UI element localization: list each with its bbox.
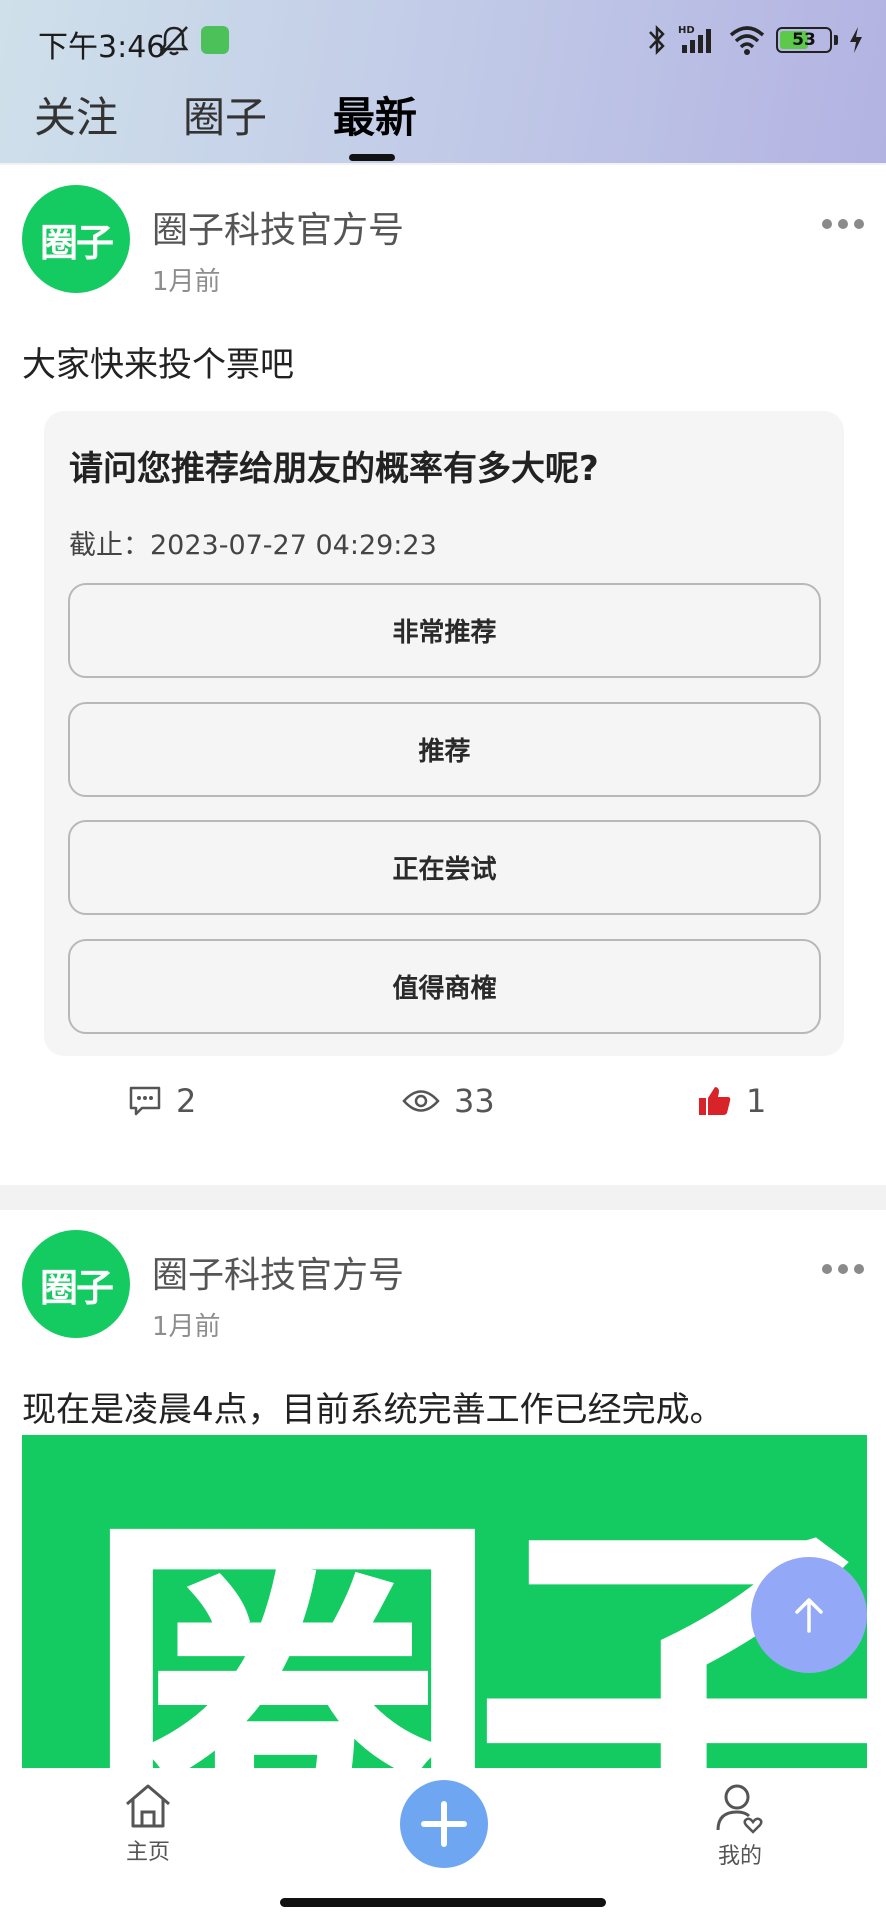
poll-card: 请问您推荐给朋友的概率有多大呢? 截止：2023-07-27 04:29:23 …	[44, 411, 844, 1056]
status-bar: 下午3:46 HD 53	[0, 0, 886, 80]
tab-circle[interactable]: 圈子	[183, 84, 267, 145]
plus-icon	[421, 1801, 467, 1847]
more-options-icon[interactable]	[822, 219, 864, 231]
app-screen: 下午3:46 HD 53 关注 圈子 最新 圈子 圈子科技官方号 1月前 大家快…	[0, 0, 886, 1920]
author-name[interactable]: 圈子科技官方号	[152, 1246, 404, 1298]
arrow-up-icon	[795, 1598, 823, 1633]
poll-option-button[interactable]: 非常推荐	[68, 583, 821, 678]
wifi-icon	[729, 26, 765, 55]
active-tab-indicator	[349, 154, 395, 161]
battery-icon: 53	[776, 27, 832, 53]
poll-option-button[interactable]: 值得商榷	[68, 939, 821, 1034]
avatar[interactable]: 圈子	[22, 185, 130, 293]
tab-follow[interactable]: 关注	[34, 84, 118, 145]
thumbs-up-icon	[699, 1087, 731, 1115]
poll-option-button[interactable]: 推荐	[68, 702, 821, 797]
more-options-icon[interactable]	[822, 1264, 864, 1276]
poll-deadline: 截止：2023-07-27 04:29:23	[69, 530, 437, 561]
avatar[interactable]: 圈子	[22, 1230, 130, 1338]
nav-home-label: 主页	[125, 1840, 170, 1865]
views-stat: 33	[402, 1082, 495, 1120]
bell-off-icon	[159, 26, 189, 56]
scroll-to-top-button[interactable]	[751, 1557, 867, 1673]
svg-text:HD: HD	[678, 25, 695, 36]
user-icon	[716, 1784, 763, 1834]
view-count: 33	[454, 1082, 495, 1120]
poll-question: 请问您推荐给朋友的概率有多大呢?	[69, 449, 599, 489]
add-post-button[interactable]	[400, 1780, 488, 1868]
battery-level: 53	[792, 30, 816, 50]
likes-stat[interactable]: 1	[698, 1082, 766, 1120]
top-tabs: 关注 圈子 最新	[0, 80, 886, 163]
post-time: 1月前	[152, 1312, 221, 1342]
post-stats: 2 33 1	[0, 1082, 886, 1132]
nav-me-label: 我的	[717, 1844, 762, 1869]
post-card[interactable]: 圈子 圈子科技官方号 1月前 大家快来投个票吧 请问您推荐给朋友的概率有多大呢?…	[0, 165, 886, 1185]
nav-me[interactable]: 我的	[680, 1782, 800, 1870]
comment-icon	[129, 1086, 161, 1116]
charging-icon	[850, 27, 862, 53]
home-indicator	[280, 1898, 606, 1907]
poll-option-button[interactable]: 正在尝试	[68, 820, 821, 915]
bottom-nav: 主页 我的	[0, 1768, 886, 1920]
tab-latest[interactable]: 最新	[333, 84, 417, 145]
nav-home[interactable]: 主页	[88, 1782, 208, 1866]
top-header: 下午3:46 HD 53 关注 圈子 最新	[0, 0, 886, 163]
battery-cap	[834, 35, 838, 45]
status-icons: HD 53	[646, 22, 864, 58]
app-badge-icon	[201, 26, 229, 54]
comments-stat[interactable]: 2	[128, 1082, 196, 1120]
hd-signal-icon: HD	[678, 25, 711, 53]
home-icon	[126, 1784, 170, 1828]
comment-count: 2	[176, 1082, 197, 1120]
author-name[interactable]: 圈子科技官方号	[152, 201, 404, 253]
post-time: 1月前	[152, 267, 221, 297]
post-text: 现在是凌晨4点，目前系统完善工作已经完成。	[22, 1390, 724, 1430]
like-count: 1	[746, 1082, 767, 1120]
eye-icon	[402, 1090, 440, 1112]
post-text: 大家快来投个票吧	[22, 345, 294, 385]
status-time: 下午3:46	[38, 30, 166, 65]
bluetooth-icon	[649, 24, 665, 56]
